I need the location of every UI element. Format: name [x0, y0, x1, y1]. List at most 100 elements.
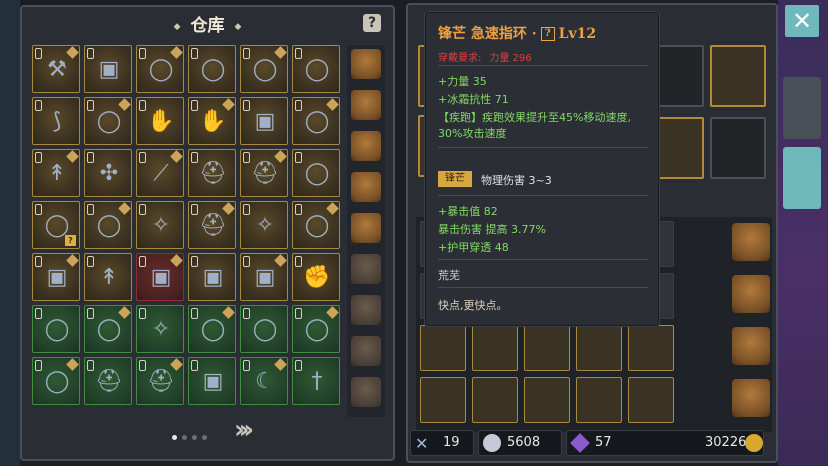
warehouse-item-spear[interactable]: ↟ — [32, 149, 80, 197]
warehouse-item-gloves[interactable]: ✋ — [188, 97, 236, 145]
warehouse-item-wand[interactable]: ⟋ — [136, 149, 184, 197]
warehouse-item-ring[interactable]: ◯ — [292, 45, 340, 93]
warehouse-item-ring[interactable]: ◯ — [292, 97, 340, 145]
armor-icon: ▣ — [46, 265, 68, 290]
warehouse-item-spear[interactable]: ↟ — [84, 253, 132, 301]
lock-icon — [87, 152, 94, 163]
page-dot[interactable] — [182, 435, 187, 440]
warehouse-item-armor[interactable]: ▣ — [84, 45, 132, 93]
question-icon[interactable]: ? — [540, 27, 555, 41]
bag-icon[interactable] — [351, 295, 381, 325]
warehouse-item-ring[interactable]: ◯ — [240, 45, 288, 93]
defense-value: 5608 — [507, 435, 541, 450]
warehouse-item-ring[interactable]: ◯ — [292, 201, 340, 249]
warehouse-item-amulet[interactable]: ✧ — [136, 201, 184, 249]
bag-icon[interactable] — [732, 379, 770, 417]
lock-icon — [243, 360, 250, 371]
page-dot-active[interactable] — [172, 435, 177, 440]
inventory-slot[interactable] — [472, 377, 518, 423]
bag-icon[interactable] — [732, 275, 770, 313]
item-name: 锋芒 急速指环 · — [438, 26, 537, 42]
spear-icon: ↟ — [99, 265, 119, 290]
page-dot[interactable] — [192, 435, 197, 440]
warehouse-item-amulet[interactable]: ✧ — [240, 201, 288, 249]
inventory-slot[interactable] — [628, 325, 674, 371]
sword-icon[interactable] — [710, 117, 766, 179]
divider — [438, 147, 648, 148]
warehouse-item-armor[interactable]: ▣ — [136, 253, 184, 301]
warehouse-item-armor[interactable]: ▣ — [188, 357, 236, 405]
question-icon: ? — [65, 235, 76, 246]
warehouse-item-ring[interactable]: ◯ — [188, 305, 236, 353]
ring-icon: ◯ — [96, 213, 122, 238]
bag-icon[interactable] — [351, 49, 381, 79]
inventory-slot[interactable] — [420, 377, 466, 423]
page-dot[interactable] — [202, 435, 207, 440]
warehouse-item-ring[interactable]: ◯ — [84, 305, 132, 353]
inventory-slot[interactable] — [524, 325, 570, 371]
bag-icon[interactable] — [351, 213, 381, 243]
inventory-slot[interactable] — [420, 325, 466, 371]
warehouse-item-helmet[interactable]: ⛑ — [240, 149, 288, 197]
double-chevron-right-icon[interactable]: ››› — [234, 415, 254, 445]
helmet-icon: ⛑ — [95, 369, 123, 394]
warehouse-item-amulet[interactable]: ✧ — [136, 305, 184, 353]
gauntlet-icon: ✊ — [303, 265, 331, 290]
flavor-text: 快点,更快点。 — [438, 299, 508, 312]
warehouse-item-ring[interactable]: ◯ — [240, 305, 288, 353]
lock-icon — [35, 256, 42, 267]
currency-resource: 57 30226 — [566, 430, 764, 456]
lock-icon — [87, 360, 94, 371]
attack-value: 19 — [443, 435, 460, 450]
bag-icon[interactable] — [351, 336, 381, 366]
warehouse-item-armor[interactable]: ▣ — [240, 253, 288, 301]
inventory-slot[interactable] — [524, 377, 570, 423]
warehouse-item-ring[interactable]: ◯ — [188, 45, 236, 93]
lock-icon — [35, 308, 42, 319]
warehouse-item-ring[interactable]: ◯ — [84, 201, 132, 249]
warehouse-item-helmet[interactable]: ⛑ — [84, 357, 132, 405]
helmet-icon[interactable] — [783, 77, 821, 139]
warehouse-item-ring[interactable]: ◯ — [84, 97, 132, 145]
warehouse-item-crossbow[interactable]: ✣ — [84, 149, 132, 197]
lock-icon — [295, 48, 302, 59]
warehouse-item-ring[interactable]: ◯ — [32, 357, 80, 405]
question-icon[interactable]: ? — [363, 14, 381, 32]
bag-icon[interactable] — [351, 131, 381, 161]
warehouse-item-gloves[interactable]: ✋ — [136, 97, 184, 145]
bag-icon[interactable] — [351, 254, 381, 284]
bag-icon[interactable] — [351, 90, 381, 120]
equip-slot-weapon[interactable] — [710, 45, 766, 107]
warehouse-item-armor[interactable]: ▣ — [240, 97, 288, 145]
warehouse-item-armor[interactable]: ▣ — [32, 253, 80, 301]
bag-icon[interactable] — [351, 377, 381, 407]
warehouse-item-ring[interactable]: ◯ — [292, 149, 340, 197]
warehouse-item-gauntlet[interactable]: ✊ — [292, 253, 340, 301]
warehouse-item-ring[interactable]: ◯ — [32, 305, 80, 353]
warehouse-item-blade[interactable]: ☾ — [240, 357, 288, 405]
inventory-slot[interactable] — [472, 325, 518, 371]
close-icon[interactable]: ✕ — [785, 5, 819, 37]
inventory-slot[interactable] — [628, 377, 674, 423]
warehouse-item-helmet[interactable]: ⛑ — [136, 357, 184, 405]
lock-icon — [87, 100, 94, 111]
warehouse-item-helmet[interactable]: ⛑ — [188, 201, 236, 249]
bag-icon[interactable] — [732, 223, 770, 261]
inventory-slot[interactable] — [576, 325, 622, 371]
warehouse-item-bow[interactable]: ⟆ — [32, 97, 80, 145]
defense-resource: 5608 — [478, 430, 562, 456]
warehouse-item-mace[interactable]: ⚒ — [32, 45, 80, 93]
warehouse-item-armor[interactable]: ▣ — [188, 253, 236, 301]
armor-icon[interactable] — [783, 147, 821, 209]
inventory-slot[interactable] — [576, 377, 622, 423]
warehouse-item-ring[interactable]: ◯ — [136, 45, 184, 93]
ring-icon: ◯ — [200, 57, 226, 82]
bag-icon[interactable] — [732, 327, 770, 365]
lock-icon — [139, 48, 146, 59]
warehouse-item-ring[interactable]: ◯ — [292, 305, 340, 353]
warehouse-item-ring[interactable]: ◯? — [32, 201, 80, 249]
lock-icon — [87, 308, 94, 319]
warehouse-item-sword[interactable]: † — [292, 357, 340, 405]
bag-icon[interactable] — [351, 172, 381, 202]
warehouse-item-helmet[interactable]: ⛑ — [188, 149, 236, 197]
